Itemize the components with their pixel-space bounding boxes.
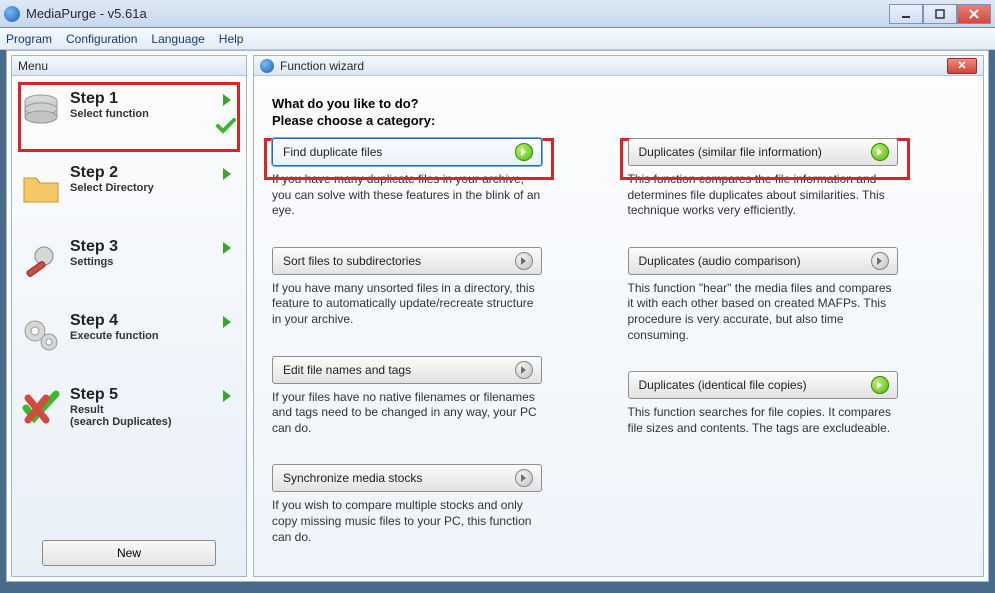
sidebar-header: Menu (12, 56, 246, 76)
option-duplicates-similar-info[interactable]: Duplicates (similar file information) (628, 138, 898, 166)
check-icon (216, 118, 236, 137)
arrow-circle-icon (871, 143, 889, 161)
sidebar: Menu Step 1 Select function (11, 55, 247, 577)
function-wizard-panel: Function wizard ✕ What do you like to do… (253, 55, 984, 577)
arrow-circle-icon (871, 376, 889, 394)
step-3[interactable]: Step 3 Settings (16, 228, 242, 302)
step-title: Step 5 (70, 386, 236, 404)
arrow-circle-icon (515, 143, 533, 161)
wizard-header: Function wizard ✕ (254, 56, 983, 76)
step-subtitle: Execute function (70, 330, 236, 342)
minimize-button[interactable] (889, 4, 923, 24)
option-label: Edit file names and tags (283, 363, 411, 377)
step-subtitle: Select function (70, 108, 236, 120)
option-duplicates-audio[interactable]: Duplicates (audio comparison) (628, 247, 898, 275)
option-description: If you have many duplicate files in your… (272, 172, 542, 219)
arrow-right-icon (220, 92, 236, 111)
step-title: Step 2 (70, 164, 236, 182)
option-edit-filenames[interactable]: Edit file names and tags (272, 356, 542, 384)
app-icon (4, 6, 20, 22)
wizard-prompt-2: Please choose a category: (272, 113, 610, 128)
arrow-circle-icon (515, 469, 533, 487)
app-icon (260, 59, 274, 73)
window-title: MediaPurge - v5.61a (26, 6, 147, 21)
menubar: Program Configuration Language Help (0, 28, 995, 50)
close-button[interactable] (957, 4, 991, 24)
wizard-prompt-1: What do you like to do? (272, 96, 610, 111)
client-area: Menu Step 1 Select function (6, 50, 989, 582)
option-label: Synchronize media stocks (283, 471, 422, 485)
option-find-duplicate-files[interactable]: Find duplicate files (272, 138, 542, 166)
titlebar: MediaPurge - v5.61a (0, 0, 995, 28)
wizard-left-column: What do you like to do? Please choose a … (272, 96, 610, 573)
arrow-right-icon (220, 240, 236, 259)
option-description: If your files have no native filenames o… (272, 390, 542, 437)
option-description: This function "hear" the media files and… (628, 281, 898, 343)
arrow-circle-icon (515, 252, 533, 270)
step-title: Step 3 (70, 238, 236, 256)
option-label: Duplicates (similar file information) (639, 145, 822, 159)
wizard-title: Function wizard (280, 59, 364, 73)
option-description: If you wish to compare multiple stocks a… (272, 498, 542, 545)
folder-icon (18, 164, 64, 210)
option-label: Duplicates (audio comparison) (639, 254, 801, 268)
gears-icon (18, 312, 64, 358)
step-title: Step 4 (70, 312, 236, 330)
menu-language[interactable]: Language (151, 32, 204, 46)
option-label: Sort files to subdirectories (283, 254, 421, 268)
option-description: This function compares the file informat… (628, 172, 898, 219)
arrow-right-icon (220, 166, 236, 185)
option-sort-files[interactable]: Sort files to subdirectories (272, 247, 542, 275)
maximize-button[interactable] (923, 4, 957, 24)
arrow-right-icon (220, 388, 236, 407)
step-title: Step 1 (70, 90, 236, 108)
menu-help[interactable]: Help (219, 32, 244, 46)
arrow-right-icon (220, 314, 236, 333)
step-subtitle: Result (search Duplicates) (70, 404, 236, 428)
step-2[interactable]: Step 2 Select Directory (16, 154, 242, 228)
database-icon (18, 90, 64, 136)
wizard-right-column: Duplicates (similar file information) Th… (628, 96, 966, 573)
arrow-circle-icon (515, 361, 533, 379)
option-duplicates-identical[interactable]: Duplicates (identical file copies) (628, 371, 898, 399)
step-1[interactable]: Step 1 Select function (16, 80, 242, 154)
result-icon (18, 386, 64, 432)
step-subtitle: Settings (70, 256, 236, 268)
option-synchronize-stocks[interactable]: Synchronize media stocks (272, 464, 542, 492)
menu-configuration[interactable]: Configuration (66, 32, 137, 46)
menu-program[interactable]: Program (6, 32, 52, 46)
new-button[interactable]: New (42, 540, 216, 566)
option-description: This function searches for file copies. … (628, 405, 898, 436)
option-label: Find duplicate files (283, 145, 382, 159)
settings-icon (18, 238, 64, 284)
option-label: Duplicates (identical file copies) (639, 378, 807, 392)
arrow-circle-icon (871, 252, 889, 270)
step-5[interactable]: Step 5 Result (search Duplicates) (16, 376, 242, 450)
step-subtitle: Select Directory (70, 182, 236, 194)
wizard-close-button[interactable]: ✕ (947, 58, 977, 74)
option-description: If you have many unsorted files in a dir… (272, 281, 542, 328)
step-4[interactable]: Step 4 Execute function (16, 302, 242, 376)
